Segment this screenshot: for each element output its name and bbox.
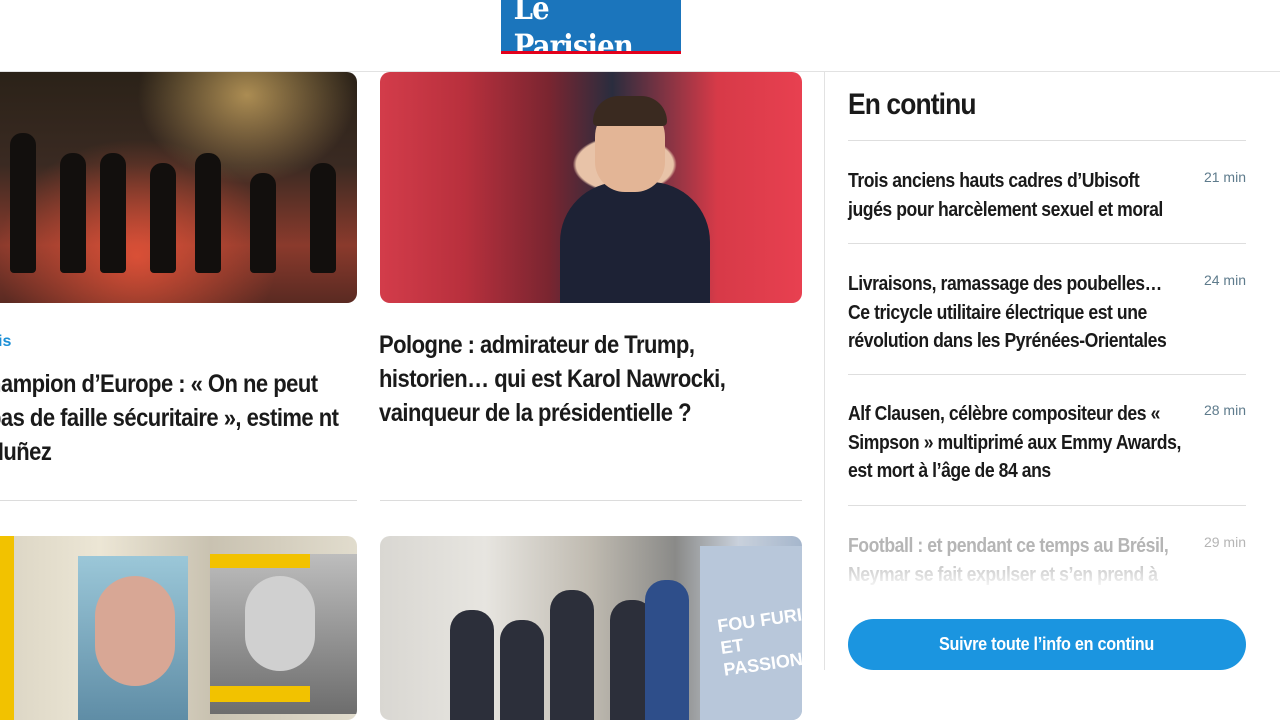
live-news-item[interactable]: Trois anciens hauts cadres d’Ubisoft jug… xyxy=(848,167,1246,224)
live-news-title[interactable]: Trois anciens hauts cadres d’Ubisoft jug… xyxy=(848,167,1182,224)
le-parisien-logo[interactable]: Le Parisien xyxy=(501,0,681,65)
card-divider xyxy=(380,500,802,501)
photo-face xyxy=(245,576,315,671)
list-fade-overlay xyxy=(840,555,1260,611)
follow-live-news-button[interactable]: Suivre toute l’info en continu xyxy=(848,619,1246,670)
photo-figure xyxy=(310,163,336,273)
nawrocki-photo[interactable] xyxy=(380,72,802,303)
photo-accent xyxy=(210,554,310,568)
article-headline[interactable]: hampion d’Europe : « On ne peut pas de f… xyxy=(0,367,358,469)
portraits-collage-photo[interactable] xyxy=(0,536,357,720)
photo-person xyxy=(550,590,594,720)
riot-police-photo[interactable] xyxy=(0,72,357,303)
live-news-item[interactable]: Livraisons, ramassage des poubelles… Ce … xyxy=(848,270,1246,356)
sidebar-title: En continu xyxy=(848,88,976,121)
article-kicker[interactable]: is xyxy=(0,333,11,351)
live-news-time: 24 min xyxy=(1203,272,1246,288)
photo-person xyxy=(645,580,689,720)
follow-button-label: Suivre toute l’info en continu xyxy=(939,634,1155,654)
photo-figure xyxy=(100,153,126,273)
photo-accent xyxy=(210,686,310,702)
site-header: Le Parisien xyxy=(0,0,1280,72)
photo-figure xyxy=(250,173,276,273)
sidebar-separator xyxy=(848,243,1246,244)
photo-suit xyxy=(560,182,710,303)
photo-hair xyxy=(593,96,667,126)
live-news-time: 21 min xyxy=(1203,169,1246,185)
sidebar-separator xyxy=(848,140,1246,141)
live-news-title[interactable]: Alf Clausen, célèbre compositeur des « S… xyxy=(848,400,1182,486)
sidebar-separator xyxy=(848,374,1246,375)
card-divider xyxy=(0,500,357,501)
photo-figure xyxy=(60,153,86,273)
live-news-title[interactable]: Livraisons, ramassage des poubelles… Ce … xyxy=(848,270,1182,356)
photo-accent xyxy=(0,536,14,720)
logo-text: Le Parisien xyxy=(513,0,634,65)
live-news-item[interactable]: Alf Clausen, célèbre compositeur des « S… xyxy=(848,400,1246,486)
photo-face xyxy=(95,576,175,686)
photo-figure xyxy=(150,163,176,273)
sidebar-separator xyxy=(848,505,1246,506)
live-news-time: 29 min xyxy=(1203,534,1246,550)
article-headline[interactable]: Pologne : admirateur de Trump, historien… xyxy=(379,328,801,430)
photo-figure xyxy=(10,133,36,273)
metro-corridor-photo[interactable]: FOU FURIEUX ET PASSIONNANT xyxy=(380,536,802,720)
photo-figure xyxy=(195,153,221,273)
live-news-time: 28 min xyxy=(1203,402,1246,418)
sidebar-divider xyxy=(824,72,825,670)
photo-person xyxy=(450,610,494,720)
photo-person xyxy=(500,620,544,720)
